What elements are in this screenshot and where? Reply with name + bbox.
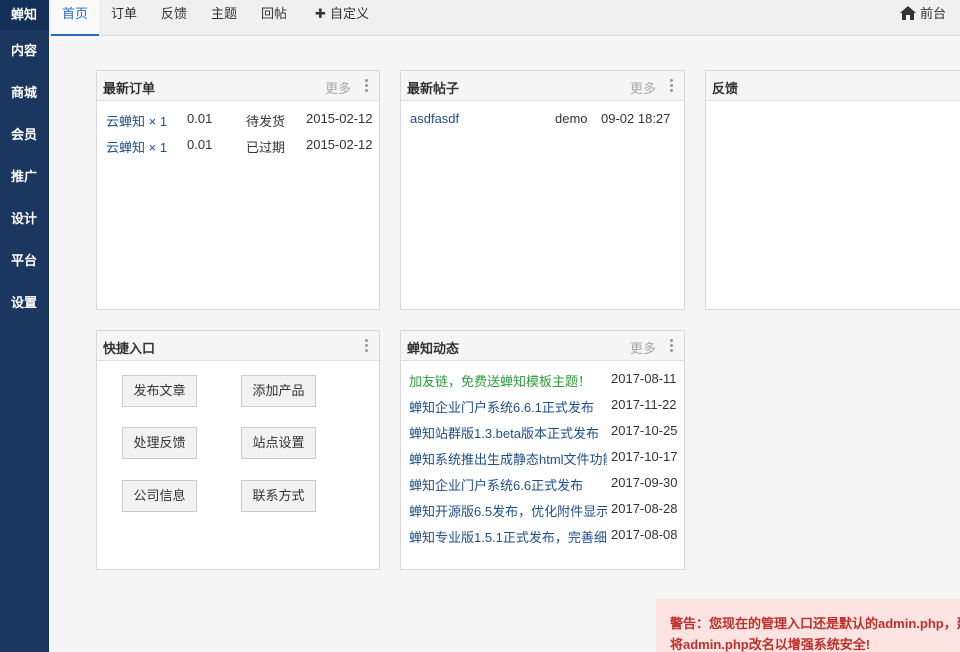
more-link[interactable]: 更多 bbox=[630, 338, 656, 357]
tab-replies[interactable]: 回帖 bbox=[253, 0, 295, 36]
panel-title: 快捷入口 bbox=[103, 341, 156, 356]
sidebar-item-members[interactable]: 会员 bbox=[0, 120, 49, 162]
news-row: 蝉知专业版1.5.1正式发布，完善细节 2017-08-08 bbox=[409, 527, 678, 546]
news-date: 2017-09-30 bbox=[611, 475, 678, 490]
more-link[interactable]: 更多 bbox=[325, 78, 351, 97]
sidebar-item-shop[interactable]: 商城 bbox=[0, 78, 49, 120]
panel-title: 蝉知动态 bbox=[407, 341, 460, 356]
tab-custom-label: 自定义 bbox=[329, 6, 369, 21]
news-row: 蝉知站群版1.3.beta版本正式发布 2017-10-25 bbox=[409, 423, 678, 442]
sidebar-item-content[interactable]: 内容 bbox=[0, 36, 49, 78]
news-date: 2017-11-22 bbox=[611, 397, 677, 412]
panel-title: 最新订单 bbox=[103, 81, 156, 96]
order-status: 已过期 bbox=[246, 140, 286, 155]
tab-custom[interactable]: ✚ 自定义 bbox=[309, 0, 375, 36]
news-row: 加友链，免费送蝉知模板主题！ 2017-08-11 bbox=[409, 371, 677, 390]
more-dots-icon[interactable] bbox=[365, 339, 369, 353]
order-product-link[interactable]: 云蝉知 × 1 bbox=[106, 111, 167, 130]
add-product-button[interactable]: 添加产品 bbox=[241, 375, 316, 407]
news-title-link[interactable]: 蝉知开源版6.5发布，优化附件显示 bbox=[409, 501, 607, 520]
sidebar-item-promotion[interactable]: 推广 bbox=[0, 162, 49, 204]
panel-header: 最新订单 更多 bbox=[97, 71, 379, 101]
thread-author: demo bbox=[555, 111, 588, 126]
news-title-link[interactable]: 加友链，免费送蝉知模板主题！ bbox=[409, 371, 607, 390]
panel-header: 蝉知动态 更多 bbox=[401, 331, 684, 361]
news-title-link[interactable]: 蝉知专业版1.5.1正式发布，完善细节 bbox=[409, 527, 607, 546]
more-dots-icon[interactable] bbox=[365, 79, 369, 93]
sidebar-item-settings[interactable]: 设置 bbox=[0, 288, 49, 330]
contact-info-button[interactable]: 联系方式 bbox=[241, 480, 316, 512]
order-status: 待发货 bbox=[246, 114, 286, 129]
news-date: 2017-10-25 bbox=[611, 423, 678, 438]
panel-header: 反馈 bbox=[706, 71, 960, 101]
tab-feedback[interactable]: 反馈 bbox=[153, 0, 195, 36]
tab-home[interactable]: 首页 bbox=[51, 0, 99, 36]
news-row: 蝉知企业门户系统6.6.1正式发布 2017-11-22 bbox=[409, 397, 677, 416]
news-title-link[interactable]: 蝉知企业门户系统6.6正式发布 bbox=[409, 475, 607, 494]
security-warning: 警告：您现在的管理入口还是默认的admin.php，建 将admin.php改名… bbox=[656, 599, 960, 652]
order-date: 2015-02-12 bbox=[306, 111, 373, 126]
warning-line-2: 将admin.php改名以增强系统安全! bbox=[670, 637, 871, 652]
more-link[interactable]: 更多 bbox=[630, 78, 656, 97]
news-date: 2017-08-28 bbox=[611, 501, 678, 516]
frontend-link[interactable]: 前台 bbox=[899, 0, 946, 28]
news-title-link[interactable]: 蝉知系统推出生成静态html文件功能 bbox=[409, 449, 607, 468]
latest-threads-panel: 最新帖子 更多 asdfasdf demo 09-02 18:27 bbox=[400, 70, 685, 310]
frontend-label: 前台 bbox=[919, 6, 946, 21]
news-date: 2017-08-11 bbox=[611, 371, 677, 386]
tab-orders[interactable]: 订单 bbox=[103, 0, 145, 36]
shortcuts-panel: 快捷入口 发布文章 添加产品 处理反馈 站点设置 公司信息 联系方式 bbox=[96, 330, 380, 570]
sidebar: 蝉知 内容 商城 会员 推广 设计 平台 设置 bbox=[0, 0, 49, 652]
news-row: 蝉知企业门户系统6.6正式发布 2017-09-30 bbox=[409, 475, 678, 494]
sidebar-item-platform[interactable]: 平台 bbox=[0, 246, 49, 288]
company-info-button[interactable]: 公司信息 bbox=[122, 480, 197, 512]
sidebar-item-design[interactable]: 设计 bbox=[0, 204, 49, 246]
tab-themes[interactable]: 主题 bbox=[203, 0, 245, 36]
top-nav: 首页 订单 反馈 主题 回帖 ✚ 自定义 前台 bbox=[49, 0, 960, 36]
news-row: 蝉知系统推出生成静态html文件功能 2017-10-17 bbox=[409, 449, 678, 468]
news-title-link[interactable]: 蝉知站群版1.3.beta版本正式发布 bbox=[409, 423, 607, 442]
panel-title: 反馈 bbox=[712, 81, 739, 96]
more-dots-icon[interactable] bbox=[670, 79, 674, 93]
thread-time: 09-02 18:27 bbox=[601, 111, 671, 126]
site-settings-button[interactable]: 站点设置 bbox=[241, 427, 316, 459]
panel-header: 最新帖子 更多 bbox=[401, 71, 684, 101]
warning-line-1: 警告：您现在的管理入口还是默认的admin.php，建 bbox=[670, 616, 960, 631]
order-date: 2015-02-12 bbox=[306, 137, 373, 152]
latest-orders-panel: 最新订单 更多 云蝉知 × 1 0.01 待发货 2015-02-12 云蝉知 … bbox=[96, 70, 380, 310]
handle-feedback-button[interactable]: 处理反馈 bbox=[122, 427, 197, 459]
panel-header: 快捷入口 bbox=[97, 331, 379, 361]
publish-article-button[interactable]: 发布文章 bbox=[122, 375, 197, 407]
thread-title-link[interactable]: asdfasdf bbox=[410, 111, 459, 126]
plus-icon: ✚ bbox=[315, 6, 326, 21]
home-icon bbox=[899, 6, 916, 20]
news-date: 2017-08-08 bbox=[611, 527, 678, 542]
panel-title: 最新帖子 bbox=[407, 81, 460, 96]
news-date: 2017-10-17 bbox=[611, 449, 678, 464]
order-amount: 0.01 bbox=[187, 137, 213, 152]
more-dots-icon[interactable] bbox=[670, 339, 674, 353]
order-amount: 0.01 bbox=[187, 111, 213, 126]
news-row: 蝉知开源版6.5发布，优化附件显示 2017-08-28 bbox=[409, 501, 678, 520]
sidebar-brand[interactable]: 蝉知 bbox=[0, 0, 49, 30]
feedback-panel: 反馈 bbox=[705, 70, 960, 310]
news-panel: 蝉知动态 更多 加友链，免费送蝉知模板主题！ 2017-08-11 蝉知企业门户… bbox=[400, 330, 685, 570]
news-title-link[interactable]: 蝉知企业门户系统6.6.1正式发布 bbox=[409, 397, 607, 416]
order-product-link[interactable]: 云蝉知 × 1 bbox=[106, 137, 167, 156]
